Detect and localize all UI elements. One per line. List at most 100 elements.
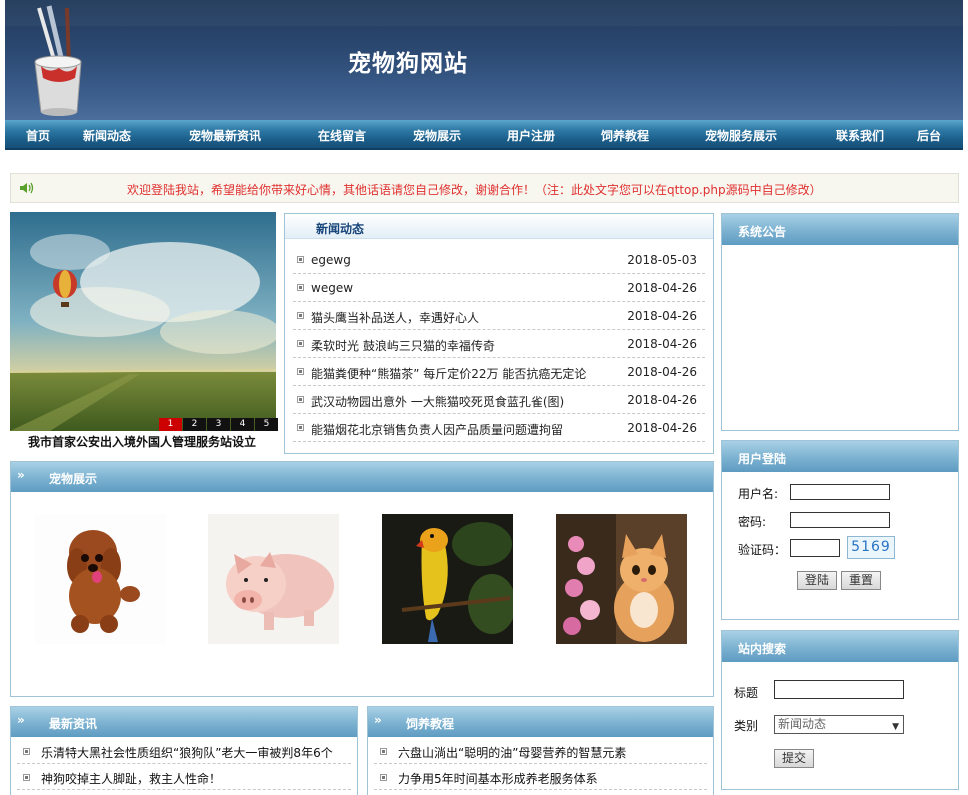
news-item-title[interactable]: wegew — [311, 281, 353, 295]
bullet-icon — [380, 774, 387, 781]
double-arrow-icon: » — [17, 468, 25, 482]
slide-page-button[interactable]: 2 — [183, 418, 206, 431]
slide-page-button[interactable]: 5 — [255, 418, 278, 431]
bullet-icon — [23, 774, 30, 781]
chevron-down-icon: ▼ — [892, 722, 899, 732]
search-submit-button[interactable]: 提交 — [774, 749, 814, 768]
search-title: 站内搜索 — [738, 642, 787, 656]
pet-image-piglet[interactable] — [208, 514, 339, 644]
username-input[interactable] — [790, 484, 890, 500]
news-item-date: 2018-04-26 — [627, 337, 697, 351]
pet-show-title: 宠物展示 — [49, 472, 98, 486]
nav-pet-show[interactable]: 宠物展示 — [413, 127, 461, 144]
tutorial-item-title[interactable]: 六盘山淌出“聪明的油”母婴营养的智慧元素 — [398, 744, 626, 761]
main-nav: 首页 新闻动态 宠物最新资讯 在线留言 宠物展示 用户注册 饲养教程 宠物服务展… — [5, 120, 963, 150]
pet-image-poodle[interactable] — [35, 514, 166, 644]
news-item-date: 2018-04-26 — [627, 309, 697, 323]
news-item[interactable]: wegew 2018-04-26 — [293, 274, 705, 302]
password-label: 密码: — [738, 515, 767, 529]
login-button[interactable]: 登陆 — [797, 571, 837, 590]
latest-news-item[interactable]: 乐清特大黑社会性质组织“狼狗队”老大一审被判8年6个 — [17, 738, 351, 764]
captcha-label: 验证码： — [738, 543, 787, 557]
pet-show-header: » 宠物展示 — [11, 462, 713, 492]
site-header: 宠物狗网站 — [5, 0, 963, 120]
latest-news-item-title[interactable]: 乐清特大黑社会性质组织“狼狗队”老大一审被判8年6个 — [41, 744, 333, 761]
news-item[interactable]: 能猫粪便种“熊猫茶” 每斤定价22万 能否抗癌无定论 2018-04-26 — [293, 358, 705, 386]
paint-brush-cup-logo — [19, 4, 99, 120]
news-item-title[interactable]: egewg — [311, 253, 351, 267]
nav-pet-latest[interactable]: 宠物最新资讯 — [189, 127, 261, 144]
login-header: 用户登陆 — [722, 441, 958, 472]
news-item-title[interactable]: 能猫粪便种“熊猫茶” 每斤定价22万 能否抗癌无定论 — [311, 365, 586, 382]
news-item[interactable]: 猫头鹰当补品送人，幸遇好心人 2018-04-26 — [293, 302, 705, 330]
nav-contact[interactable]: 联系我们 — [836, 127, 884, 144]
news-item-date: 2018-04-26 — [627, 365, 697, 379]
slide-page-button[interactable]: 1 — [159, 418, 182, 431]
login-panel: 用户登陆 — [721, 440, 959, 620]
bullet-icon — [380, 748, 387, 755]
search-panel: 站内搜索 — [721, 630, 959, 790]
latest-news-item-title[interactable]: 神狗咬掉主人脚趾，救主人性命！ — [41, 770, 221, 787]
latest-news-header: » 最新资讯 — [11, 707, 357, 737]
news-panel-header: 新闻动态 — [285, 214, 713, 239]
notice-text: 欢迎登陆我站，希望能给你带来好心情，其他话语请您自己修改，谢谢合作！（注：此处文… — [127, 183, 822, 197]
slide-page-button[interactable]: 3 — [207, 418, 230, 431]
category-select[interactable]: 新闻动态 ▼ — [774, 715, 904, 734]
nav-tutorial[interactable]: 饲养教程 — [601, 127, 649, 144]
captcha-input[interactable] — [790, 539, 840, 557]
tutorial-item[interactable]: 力争用5年时间基本形成养老服务体系 — [374, 764, 707, 790]
reset-button[interactable]: 重置 — [841, 571, 881, 590]
news-item-title[interactable]: 猫头鹰当补品送人，幸遇好心人 — [311, 309, 479, 326]
login-title: 用户登陆 — [738, 452, 787, 466]
news-item[interactable]: egewg 2018-05-03 — [293, 246, 705, 274]
news-panel: 新闻动态 egewg 2018-05-03 wegew 2018-04-26 猫头鹰… — [284, 213, 714, 454]
news-item-title[interactable]: 武汉动物园出意外 一大熊猫咬死觅食蓝孔雀(图) — [311, 393, 564, 410]
username-label: 用户名: — [738, 487, 779, 501]
slideshow-image[interactable] — [10, 212, 276, 431]
slideshow-pager: 1 2 3 4 5 — [158, 418, 278, 431]
nav-guestbook[interactable]: 在线留言 — [318, 127, 366, 144]
nav-home[interactable]: 首页 — [26, 127, 50, 144]
nav-admin[interactable]: 后台 — [917, 127, 941, 144]
news-item[interactable]: 能猫烟花北京销售负责人因产品质量问题遭拘留 2018-04-26 — [293, 414, 705, 442]
password-input[interactable] — [790, 512, 890, 528]
search-category-label: 类别 — [734, 719, 759, 733]
news-item-date: 2018-04-26 — [627, 421, 697, 435]
double-arrow-icon: » — [374, 713, 382, 727]
nav-pet-service[interactable]: 宠物服务展示 — [705, 127, 777, 144]
pet-image-parrot[interactable] — [382, 514, 513, 644]
search-title-label: 标题 — [734, 686, 759, 700]
bullet-icon — [297, 312, 304, 319]
category-selected: 新闻动态 — [778, 717, 827, 731]
slideshow-caption[interactable]: 我市首家公安出入境外国人管理服务站设立 — [28, 433, 256, 450]
notice-bar: 欢迎登陆我站，希望能给你带来好心情，其他话语请您自己修改，谢谢合作！（注：此处文… — [10, 173, 959, 203]
bullet-icon — [297, 368, 304, 375]
double-arrow-icon: » — [17, 713, 25, 727]
news-item[interactable]: 武汉动物园出意外 一大熊猫咬死觅食蓝孔雀(图) 2018-04-26 — [293, 386, 705, 414]
bullet-icon — [23, 748, 30, 755]
tutorial-header: » 饲养教程 — [368, 707, 713, 737]
slide-page-button[interactable]: 4 — [231, 418, 254, 431]
captcha-image[interactable]: 5169 — [847, 536, 895, 559]
latest-news-item[interactable]: 神狗咬掉主人脚趾，救主人性命！ — [17, 764, 351, 790]
bullet-icon — [297, 340, 304, 347]
news-item-date: 2018-05-03 — [627, 253, 697, 267]
latest-news-title: 最新资讯 — [49, 717, 98, 731]
news-item-date: 2018-04-26 — [627, 393, 697, 407]
bullet-icon — [297, 424, 304, 431]
tutorial-item[interactable]: 六盘山淌出“聪明的油”母婴营养的智慧元素 — [374, 738, 707, 764]
search-title-input[interactable] — [774, 680, 904, 699]
nav-news[interactable]: 新闻动态 — [83, 127, 131, 144]
news-item-title[interactable]: 能猫烟花北京销售负责人因产品质量问题遭拘留 — [311, 421, 563, 438]
news-item-date: 2018-04-26 — [627, 281, 697, 295]
header-band — [5, 0, 963, 26]
pet-image-kitten[interactable] — [556, 514, 687, 644]
nav-register[interactable]: 用户注册 — [507, 127, 555, 144]
speaker-icon — [19, 181, 35, 198]
bullet-icon — [297, 256, 304, 263]
bullet-icon — [297, 396, 304, 403]
tutorial-item-title[interactable]: 力争用5年时间基本形成养老服务体系 — [398, 770, 598, 787]
news-panel-title: 新闻动态 — [316, 222, 365, 236]
news-item[interactable]: 柔软时光 鼓浪屿三只猫的幸福传奇 2018-04-26 — [293, 330, 705, 358]
news-item-title[interactable]: 柔软时光 鼓浪屿三只猫的幸福传奇 — [311, 337, 495, 354]
